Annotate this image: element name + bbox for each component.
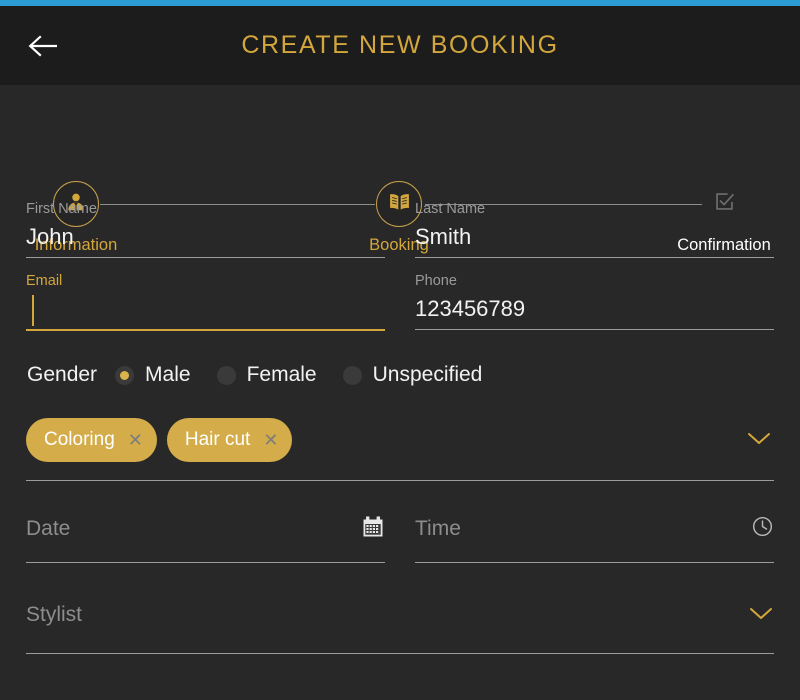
time-picker-button[interactable] bbox=[751, 515, 774, 543]
calendar-icon bbox=[361, 515, 385, 544]
email-input[interactable] bbox=[26, 289, 385, 329]
contact-row: Email Phone 123456789 bbox=[26, 274, 774, 331]
services-dropdown-button[interactable] bbox=[746, 430, 772, 451]
name-row: First Name John Last Name Smith bbox=[26, 202, 774, 258]
last-name-field[interactable]: Last Name Smith bbox=[415, 202, 774, 258]
services-field[interactable]: Coloring ✕ Hair cut ✕ bbox=[26, 416, 774, 481]
last-name-underline bbox=[415, 257, 774, 258]
phone-input[interactable]: 123456789 bbox=[415, 289, 774, 329]
time-placeholder: Time bbox=[415, 517, 461, 540]
services-underline bbox=[26, 480, 774, 481]
app-header: CREATE NEW BOOKING bbox=[0, 6, 800, 85]
email-label: Email bbox=[26, 273, 63, 289]
date-placeholder: Date bbox=[26, 517, 71, 540]
radio-unspecified[interactable] bbox=[342, 365, 362, 385]
date-underline bbox=[26, 562, 385, 563]
date-field[interactable]: Date bbox=[26, 508, 385, 563]
back-button[interactable] bbox=[22, 26, 62, 66]
text-caret bbox=[32, 295, 34, 326]
booking-form: First Name John Last Name Smith Email Ph… bbox=[0, 202, 800, 654]
create-booking-screen: CREATE NEW BOOKING Information Booking C… bbox=[0, 0, 800, 700]
gender-option-male[interactable]: Male bbox=[115, 363, 191, 387]
first-name-input[interactable]: John bbox=[26, 217, 385, 257]
service-chip[interactable]: Coloring ✕ bbox=[26, 418, 157, 462]
radio-male[interactable] bbox=[115, 365, 135, 385]
chevron-down-icon bbox=[746, 433, 772, 450]
gender-option-male-label: Male bbox=[145, 363, 191, 386]
page-title: CREATE NEW BOOKING bbox=[241, 31, 559, 59]
radio-female[interactable] bbox=[216, 365, 236, 385]
first-name-label: First Name bbox=[26, 201, 97, 217]
phone-underline bbox=[415, 329, 774, 330]
last-name-input[interactable]: Smith bbox=[415, 217, 774, 257]
services-chip-list: Coloring ✕ Hair cut ✕ bbox=[26, 416, 774, 464]
gender-option-unspecified[interactable]: Unspecified bbox=[342, 363, 483, 387]
arrow-left-icon bbox=[27, 34, 57, 58]
email-field[interactable]: Email bbox=[26, 274, 385, 331]
datetime-row: Date Time bbox=[26, 508, 774, 563]
phone-label: Phone bbox=[415, 273, 457, 289]
calendar-picker-button[interactable] bbox=[361, 515, 385, 544]
stylist-field[interactable]: Stylist bbox=[26, 594, 774, 654]
close-icon[interactable]: ✕ bbox=[128, 431, 143, 449]
gender-label: Gender bbox=[27, 363, 98, 386]
time-underline bbox=[415, 562, 774, 563]
stylist-underline bbox=[26, 653, 774, 654]
service-chip-label: Coloring bbox=[44, 429, 115, 450]
service-chip[interactable]: Hair cut ✕ bbox=[166, 418, 293, 462]
service-chip-label: Hair cut bbox=[184, 429, 251, 450]
stylist-dropdown-button[interactable] bbox=[748, 605, 774, 626]
gender-row: Gender Male Female Unspecified bbox=[26, 360, 774, 390]
chevron-down-icon bbox=[748, 605, 774, 626]
last-name-label: Last Name bbox=[415, 201, 486, 217]
email-underline bbox=[26, 329, 385, 331]
stylist-placeholder: Stylist bbox=[26, 603, 83, 626]
gender-option-unspecified-label: Unspecified bbox=[372, 363, 483, 386]
gender-option-female[interactable]: Female bbox=[216, 363, 317, 387]
first-name-field[interactable]: First Name John bbox=[26, 202, 385, 258]
first-name-underline bbox=[26, 257, 385, 258]
time-field[interactable]: Time bbox=[415, 508, 774, 563]
progress-stepper: Information Booking Confirmation bbox=[0, 85, 800, 254]
clock-icon bbox=[751, 515, 774, 543]
gender-option-female-label: Female bbox=[246, 363, 317, 386]
phone-field[interactable]: Phone 123456789 bbox=[415, 274, 774, 331]
close-icon[interactable]: ✕ bbox=[263, 431, 278, 449]
